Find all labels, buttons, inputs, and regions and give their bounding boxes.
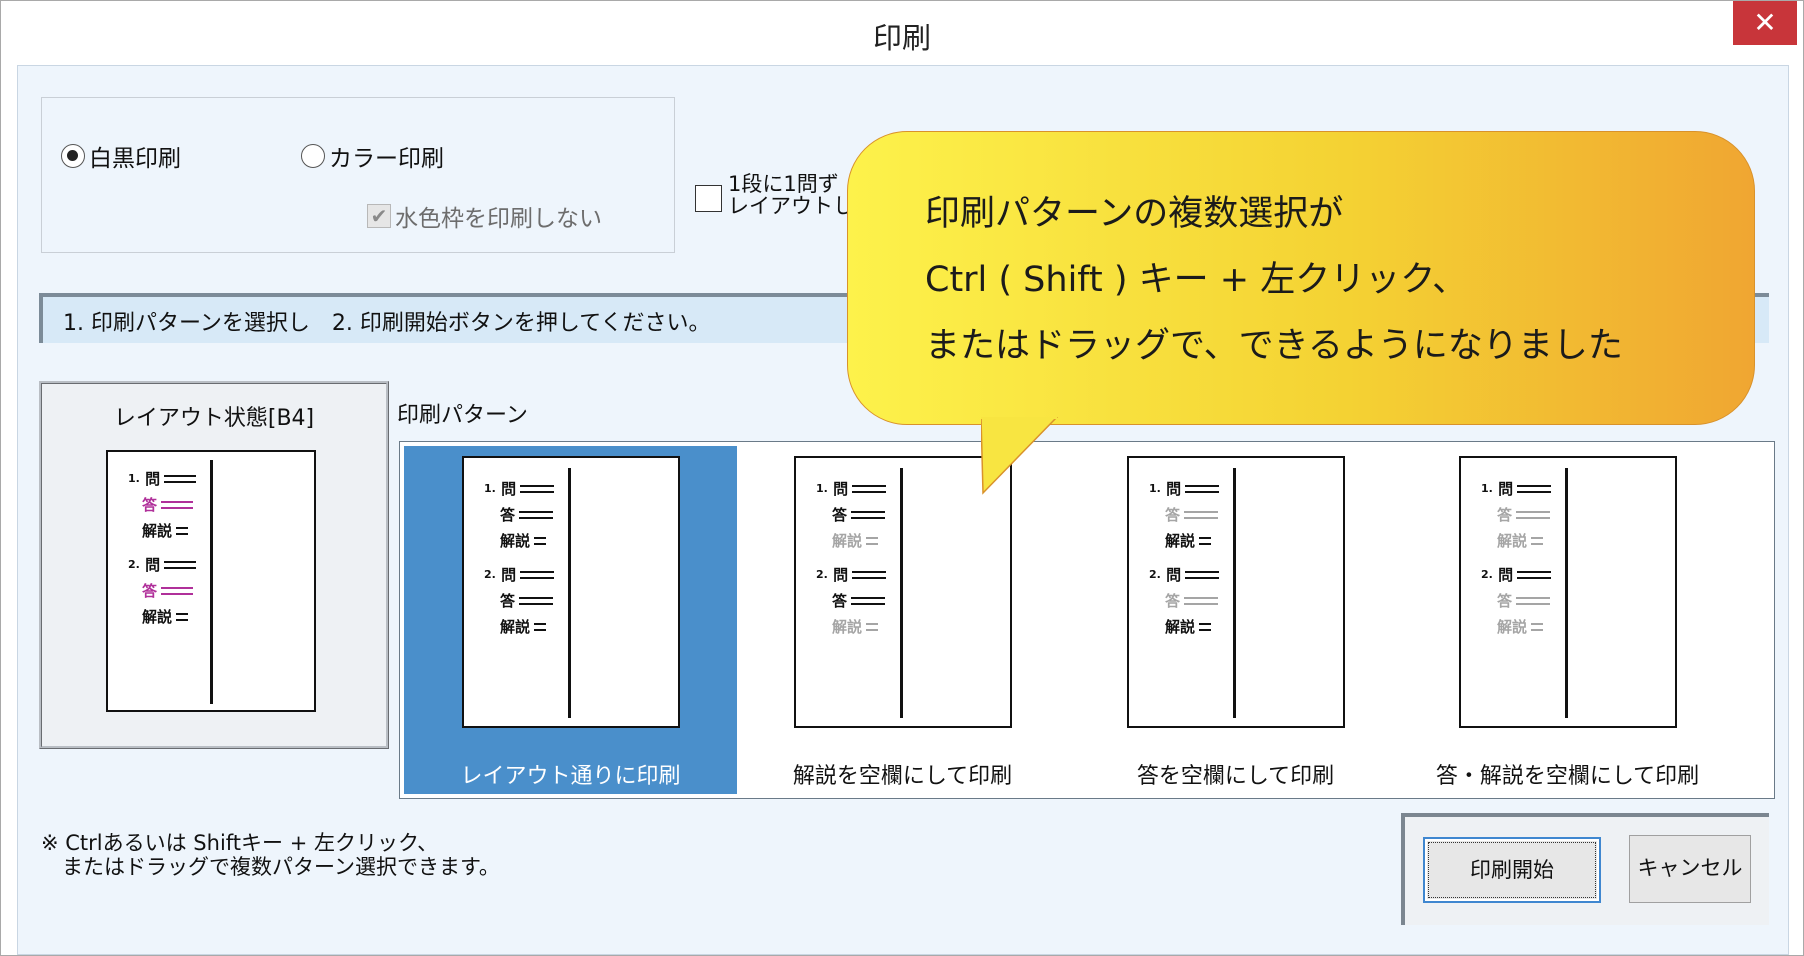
explanation-1-line: 解説: [1165, 530, 1212, 551]
answer-2-line: 答: [1497, 590, 1551, 611]
cancel-button[interactable]: キャンセル: [1629, 835, 1751, 903]
answer-2-line: 答: [142, 580, 194, 601]
mono-print-label: 白黒印刷: [89, 146, 181, 172]
mono-print-radio[interactable]: 白黒印刷: [61, 139, 181, 173]
explanation-1-line: 解説: [832, 530, 879, 551]
pattern-caption: 答を空欄にして印刷: [1136, 764, 1335, 789]
start-print-button[interactable]: 印刷開始: [1423, 837, 1601, 903]
callout-tail: [981, 417, 1059, 495]
title-bar: 印刷 ✕: [1, 1, 1803, 65]
question-2-line: 2. 問: [128, 554, 197, 575]
checkmark-icon: ✔: [367, 204, 391, 228]
callout-text: 印刷パターンの複数選択が Ctrl ( Shift ) キー + 左クリック、 …: [925, 181, 1623, 379]
question-1-line: 1. 問: [1481, 478, 1552, 499]
pattern-preview-paper: 1. 問答解説 2. 問答解説: [462, 456, 680, 728]
close-button[interactable]: ✕: [1733, 1, 1797, 45]
print-pattern-header: 印刷パターン: [397, 403, 528, 428]
no-frame-label: 水色枠を印刷しない: [395, 206, 602, 232]
question-2-line: 2. 問: [1149, 564, 1220, 585]
color-print-radio[interactable]: カラー印刷: [301, 139, 444, 173]
radio-checked-icon: [61, 144, 85, 168]
answer-1-line: 答: [500, 504, 554, 525]
dialog-title: 印刷: [872, 21, 931, 55]
answer-2-line: 答: [500, 590, 554, 611]
layout-option-label: 1段に1問ず レイアウトし: [728, 173, 854, 217]
explanation-1-line: 解説: [1497, 530, 1544, 551]
explanation-2-line: 解説: [1497, 616, 1544, 637]
print-pattern-item[interactable]: 1. 問答解説 2. 問答解説 答を空欄にして印刷: [1069, 446, 1402, 794]
color-print-label: カラー印刷: [329, 146, 444, 172]
pattern-caption: 答・解説を空欄にして印刷: [1435, 764, 1700, 789]
radio-unchecked-icon: [301, 144, 325, 168]
no-frame-checkbox[interactable]: ✔ 水色枠を印刷しない: [367, 199, 602, 233]
layout-one-per-row-checkbox[interactable]: 1段に1問ず レイアウトし: [695, 173, 854, 217]
question-2-line: 2. 問: [1481, 564, 1552, 585]
question-1-line: 1. 問: [484, 478, 555, 499]
column-divider: [568, 468, 571, 718]
column-divider: [1565, 468, 1568, 718]
explanation-2-line: 解説: [832, 616, 879, 637]
answer-1-line: 答: [1497, 504, 1551, 525]
column-divider: [900, 468, 903, 718]
pattern-caption: 解説を空欄にして印刷: [792, 764, 1013, 789]
question-1-line: 1. 問: [1149, 478, 1220, 499]
column-divider: [210, 460, 213, 704]
print-dialog: 印刷 ✕ 白黒印刷 カラー印刷 ✔ 水色枠を印刷しない 1段に1問ず レイアウト…: [0, 0, 1804, 956]
callout-line-3: またはドラッグで、できるようになりました: [925, 326, 1623, 366]
multi-select-note: ※ Ctrlあるいは Shiftキー + 左クリック、 またはドラッグで複数パタ…: [41, 831, 500, 879]
layout-option-line2: レイアウトし: [728, 194, 854, 218]
answer-2-line: 答: [832, 590, 886, 611]
close-icon: ✕: [1753, 6, 1777, 39]
layout-preview-title: レイアウト状態[B4]: [113, 406, 315, 431]
question-2-line: 2. 問: [484, 564, 555, 585]
pattern-preview-paper: 1. 問答解説 2. 問答解説: [794, 456, 1012, 728]
answer-1-line: 答: [1165, 504, 1219, 525]
explanation-1-line: 解説: [142, 520, 189, 541]
print-pattern-item[interactable]: 1. 問答解説 2. 問答解説 答・解説を空欄にして印刷: [1401, 446, 1734, 794]
answer-2-line: 答: [1165, 590, 1219, 611]
question-1-line: 1. 問: [128, 468, 197, 489]
answer-1-line: 答: [142, 494, 194, 515]
explanation-1-line: 解説: [500, 530, 547, 551]
print-pattern-item[interactable]: 1. 問答解説 2. 問答解説 解説を空欄にして印刷: [736, 446, 1069, 794]
layout-preview-paper: 1. 問 答 解説 2. 問 答 解説: [106, 450, 316, 712]
question-2-line: 2. 問: [816, 564, 887, 585]
question-1-line: 1. 問: [816, 478, 887, 499]
answer-1-line: 答: [832, 504, 886, 525]
callout-line-1: 印刷パターンの複数選択が: [925, 194, 1344, 234]
explanation-2-line: 解説: [1165, 616, 1212, 637]
pattern-preview-paper: 1. 問答解説 2. 問答解説: [1459, 456, 1677, 728]
pattern-caption: レイアウト通りに印刷: [460, 764, 681, 789]
explanation-2-line: 解説: [500, 616, 547, 637]
callout-line-2: Ctrl ( Shift ) キー + 左クリック、: [925, 260, 1468, 300]
checkbox-empty-icon: [695, 185, 722, 212]
column-divider: [1233, 468, 1236, 718]
layout-preview-panel: レイアウト状態[B4] 1. 問 答 解説 2. 問 答 解説: [39, 381, 389, 749]
pattern-preview-paper: 1. 問答解説 2. 問答解説: [1127, 456, 1345, 728]
explanation-2-line: 解説: [142, 606, 189, 627]
print-pattern-item[interactable]: 1. 問答解説 2. 問答解説 レイアウト通りに印刷: [404, 446, 737, 794]
layout-option-line1: 1段に1問ず: [728, 172, 839, 196]
